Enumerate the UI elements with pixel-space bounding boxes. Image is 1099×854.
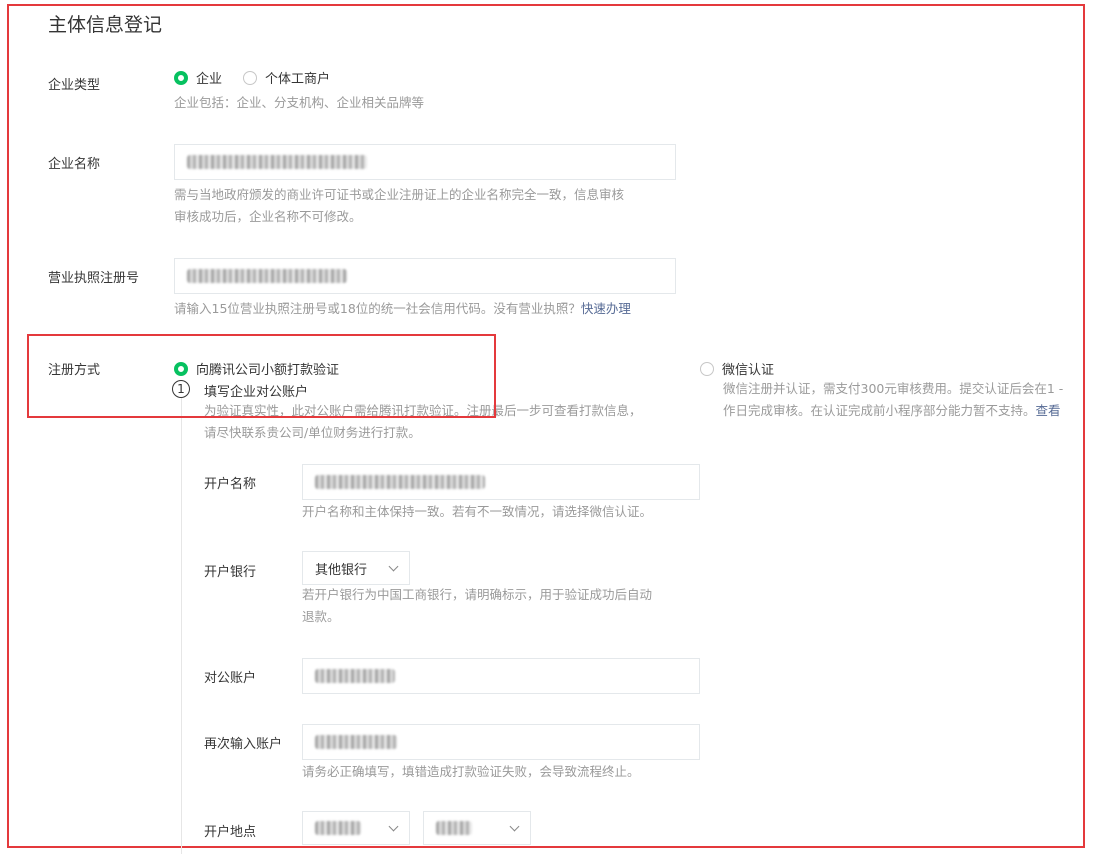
province-select[interactable] bbox=[302, 811, 410, 845]
redacted-value bbox=[187, 155, 367, 169]
confirm-account-tip: 请务必正确填写，填错造成打款验证失败，会导致流程终止。 bbox=[302, 764, 640, 779]
radio-wechat-label: 微信认证 bbox=[722, 363, 775, 378]
wechat-tip-2-text: 作日完成审核。在认证完成前小程序部分能力暂不支持。 bbox=[723, 403, 1036, 418]
redacted-value bbox=[187, 269, 347, 283]
radio-enterprise[interactable]: 企业 bbox=[174, 68, 222, 87]
bank-select[interactable]: 其他银行 bbox=[302, 551, 410, 585]
bank-tip-1: 若开户银行为中国工商银行，请明确标示，用于验证成功后自动 bbox=[302, 587, 653, 602]
page-title: 主体信息登记 bbox=[48, 14, 163, 36]
license-label: 营业执照注册号 bbox=[48, 271, 140, 286]
enterprise-type-tip: 企业包括：企业、分支机构、企业相关品牌等 bbox=[174, 95, 425, 110]
chevron-down-icon bbox=[388, 561, 399, 571]
license-tip: 请输入15位营业执照注册号或18位的统一社会信用代码。没有营业执照？快速办理 bbox=[174, 298, 631, 320]
radio-individual-label: 个体工商户 bbox=[265, 72, 331, 87]
step-tip-2: 请尽快联系贵公司/单位财务进行打款。 bbox=[204, 425, 421, 440]
account-name-input[interactable] bbox=[302, 464, 700, 500]
city-select[interactable] bbox=[423, 811, 531, 845]
radio-checked-icon bbox=[174, 70, 188, 85]
view-link[interactable]: 查看 bbox=[1036, 403, 1061, 418]
annotation-frame-outer bbox=[7, 4, 1085, 848]
corporate-account-input[interactable] bbox=[302, 658, 700, 694]
bank-tip-2: 退款。 bbox=[302, 609, 340, 624]
redacted-value bbox=[315, 821, 361, 835]
redacted-value bbox=[315, 475, 485, 489]
confirm-account-label: 再次输入账户 bbox=[204, 737, 283, 752]
redacted-value bbox=[436, 821, 472, 835]
wechat-tip-1: 微信注册并认证，需支付300元审核费用。提交认证后会在1 - bbox=[723, 381, 1064, 396]
license-input[interactable] bbox=[174, 258, 676, 294]
enterprise-type-label: 企业类型 bbox=[48, 78, 101, 93]
radio-wechat-verification[interactable]: 微信认证 bbox=[700, 359, 774, 378]
license-tip-text: 请输入15位营业执照注册号或18位的统一社会信用代码。没有营业执照？ bbox=[174, 301, 581, 316]
enterprise-name-label: 企业名称 bbox=[48, 157, 101, 172]
bank-label: 开户银行 bbox=[204, 565, 257, 580]
radio-enterprise-label: 企业 bbox=[196, 72, 223, 87]
redacted-value bbox=[315, 669, 395, 683]
radio-individual-business[interactable]: 个体工商户 bbox=[243, 68, 330, 87]
chevron-down-icon bbox=[509, 821, 520, 831]
radio-unchecked-icon bbox=[700, 361, 714, 376]
enterprise-name-tip-2: 审核成功后，企业名称不可修改。 bbox=[174, 209, 362, 224]
bank-select-value: 其他银行 bbox=[315, 562, 368, 578]
wechat-tip-2: 作日完成审核。在认证完成前小程序部分能力暂不支持。查看 bbox=[723, 400, 1061, 422]
chevron-down-icon bbox=[388, 821, 399, 831]
confirm-account-input[interactable] bbox=[302, 724, 700, 760]
redacted-value bbox=[315, 735, 397, 749]
enterprise-name-input[interactable] bbox=[174, 144, 676, 180]
radio-unchecked-icon bbox=[243, 70, 257, 85]
account-name-tip: 开户名称和主体保持一致。若有不一致情况，请选择微信认证。 bbox=[302, 504, 653, 519]
enterprise-name-tip-1: 需与当地政府颁发的商业许可证书或企业注册证上的企业名称完全一致，信息审核 bbox=[174, 187, 625, 202]
annotation-highlight-box bbox=[27, 334, 496, 418]
corporate-account-label: 对公账户 bbox=[204, 671, 257, 686]
location-label: 开户地点 bbox=[204, 825, 257, 840]
quick-apply-link[interactable]: 快速办理 bbox=[581, 301, 631, 316]
account-name-label: 开户名称 bbox=[204, 477, 257, 492]
step-connector-line bbox=[181, 398, 182, 854]
